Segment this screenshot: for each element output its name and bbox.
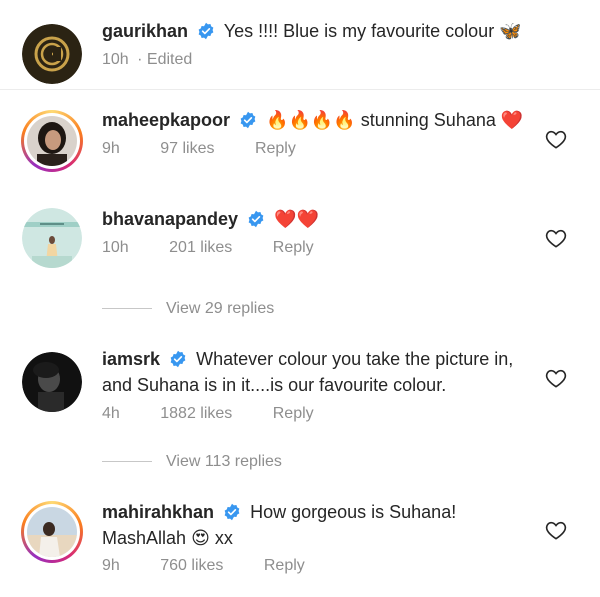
verified-badge-icon	[170, 350, 186, 368]
comment-meta: 4h 1882 likes Reply	[102, 404, 350, 424]
username[interactable]: bhavanapandey	[102, 209, 238, 229]
comment-text: stunning Suhana	[360, 110, 496, 130]
red-heart-icon: ❤️❤️	[274, 209, 319, 230]
fire-icon: 🔥🔥🔥🔥	[266, 110, 356, 131]
view-replies-label: View 29 replies	[166, 300, 275, 317]
comment-line: gaurikhan Yes !!!! Blue is my favourite …	[102, 19, 522, 44]
username[interactable]: gaurikhan	[102, 21, 188, 41]
heart-outline-icon[interactable]	[545, 228, 567, 248]
view-replies-button[interactable]: View 113 replies	[102, 452, 282, 472]
comment-text: Yes !!!! Blue is my favourite colour	[223, 21, 495, 41]
avatar-bhavanapandey[interactable]	[22, 208, 82, 268]
verified-badge-icon	[224, 503, 240, 521]
avatar-iamsrk[interactable]	[22, 352, 82, 412]
verified-badge-icon	[198, 22, 214, 40]
reply-button[interactable]: Reply	[273, 239, 314, 256]
like-count[interactable]: 201 likes	[169, 239, 232, 256]
view-replies-label: View 113 replies	[166, 453, 282, 470]
reply-button[interactable]: Reply	[273, 405, 314, 422]
comment-line: maheepkapoor 🔥🔥🔥🔥 stunning Suhana ❤️	[102, 108, 523, 133]
comment-line: iamsrk Whatever colour you take the pict…	[102, 347, 513, 371]
like-count[interactable]: 1882 likes	[160, 405, 232, 422]
avatar-mahirahkhan[interactable]	[21, 501, 83, 563]
timestamp: 4h	[102, 405, 120, 422]
view-replies-button[interactable]: View 29 replies	[102, 299, 274, 319]
like-count[interactable]: 97 likes	[160, 140, 214, 157]
comment-meta: 9h 97 likes Reply	[102, 139, 332, 159]
comment-text-line2: MashAllah 😍 xx	[102, 526, 233, 551]
replies-divider	[102, 461, 152, 463]
timestamp: 9h	[102, 557, 120, 574]
timestamp: 10h	[102, 239, 129, 256]
verified-badge-icon	[248, 210, 264, 228]
comment-line: mahirahkhan How gorgeous is Suhana!	[102, 500, 456, 524]
comment-text: How gorgeous is Suhana!	[250, 502, 457, 522]
avatar-gaurikhan[interactable]	[22, 24, 82, 84]
heart-eyes-icon: 😍	[191, 528, 210, 549]
reply-button[interactable]: Reply	[255, 140, 296, 157]
timestamp: 10h	[102, 51, 129, 68]
comment-text-line2: and Suhana is in it....is our favourite …	[102, 375, 447, 395]
comment-meta: 9h 760 likes Reply	[102, 556, 341, 576]
verified-badge-icon	[240, 111, 256, 129]
username[interactable]: maheepkapoor	[102, 110, 230, 130]
replies-divider	[102, 308, 152, 310]
username[interactable]: iamsrk	[102, 349, 160, 369]
heart-outline-icon[interactable]	[545, 129, 567, 149]
comment-line: bhavanapandey ❤️❤️	[102, 207, 319, 232]
comment-text: Whatever colour you take the picture in,	[196, 349, 514, 369]
heart-outline-icon[interactable]	[545, 520, 567, 540]
username[interactable]: mahirahkhan	[102, 502, 214, 522]
butterfly-icon: 🦋	[499, 21, 522, 42]
red-heart-icon: ❤️	[500, 110, 524, 131]
comment-text-line2-start: MashAllah	[102, 528, 187, 548]
comment-meta: 10h · Edited	[102, 50, 228, 70]
heart-outline-icon[interactable]	[545, 368, 567, 388]
avatar-maheepkapoor[interactable]	[21, 110, 83, 172]
reply-button[interactable]: Reply	[264, 557, 305, 574]
timestamp: 9h	[102, 140, 120, 157]
like-count[interactable]: 760 likes	[160, 557, 223, 574]
divider	[0, 89, 600, 90]
edited-label: · Edited	[137, 51, 193, 68]
comment-meta: 10h 201 likes Reply	[102, 238, 350, 258]
comment-text-line2-end: xx	[214, 528, 233, 548]
